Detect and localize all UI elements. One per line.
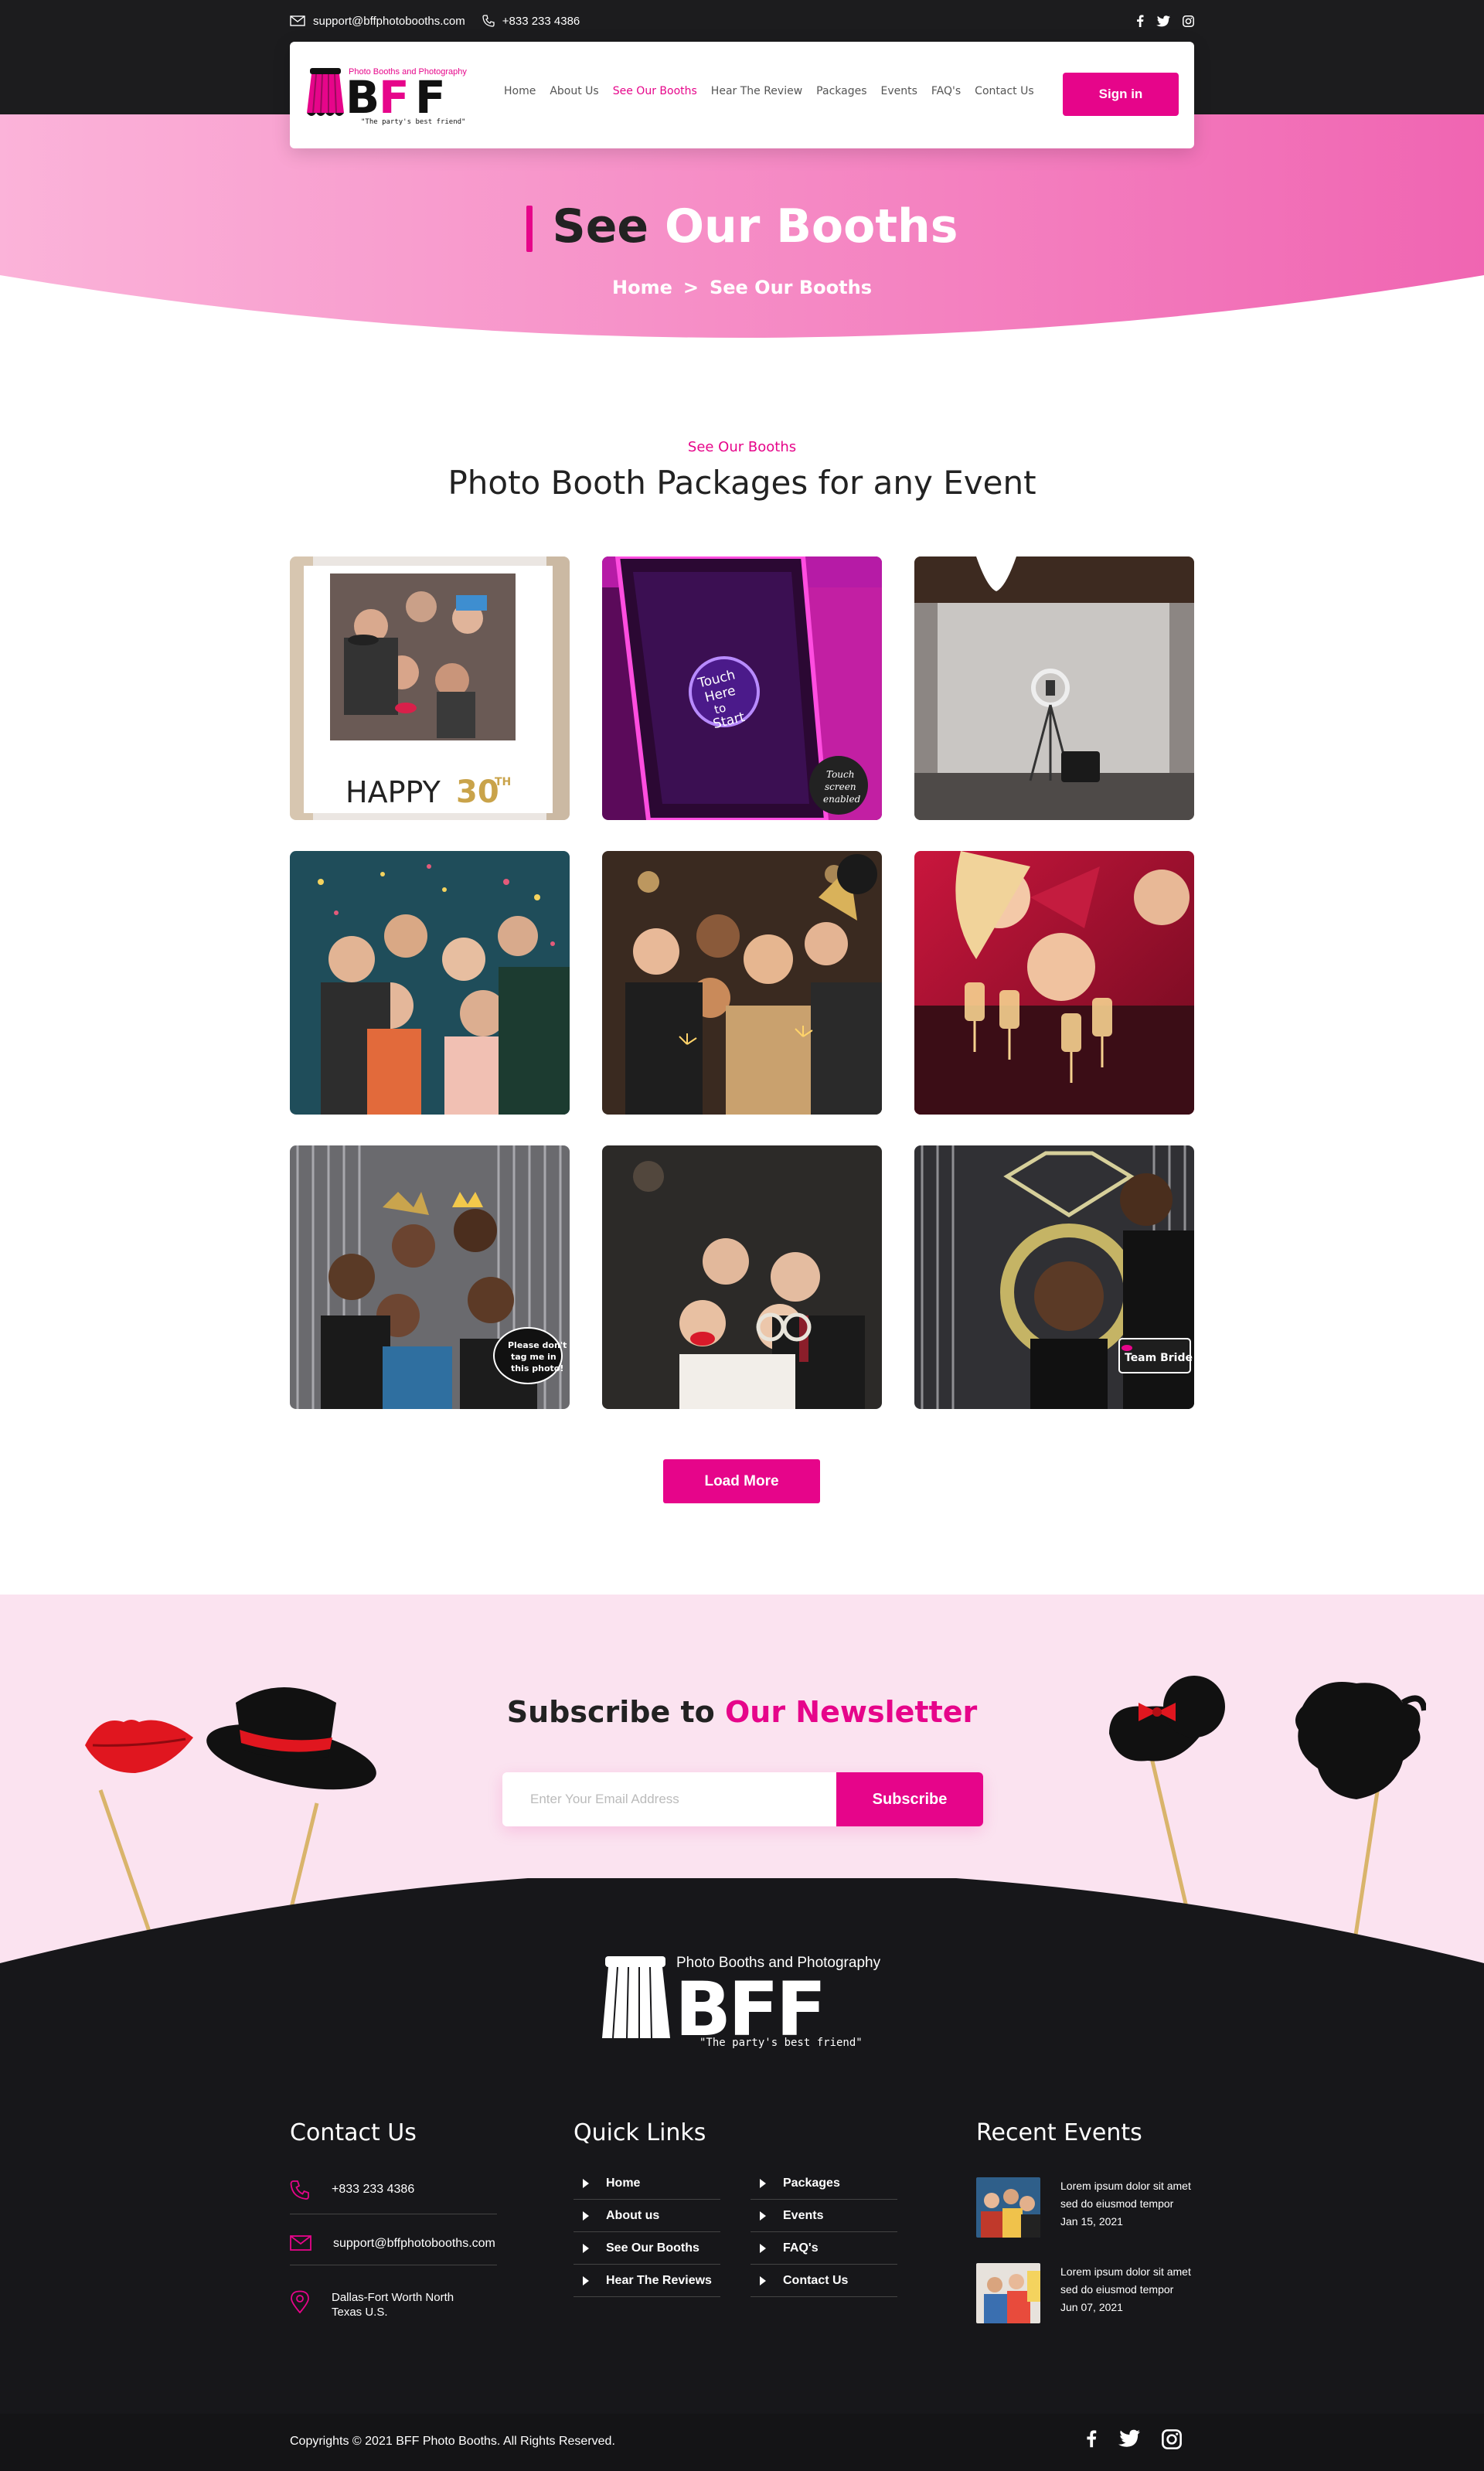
nav-faqs[interactable]: FAQ's [931, 85, 961, 97]
load-more-button[interactable]: Load More [663, 1459, 820, 1503]
section-title: Photo Booth Packages for any Event [448, 464, 1036, 502]
gallery-photo-3[interactable] [914, 556, 1194, 820]
footer-link-faqs[interactable]: FAQ's [751, 2232, 897, 2265]
caret-right-icon [583, 2243, 589, 2253]
title-accent-bar [526, 206, 533, 253]
gallery-photo-7[interactable]: Please don't tag me in this photo! [290, 1145, 570, 1409]
gallery-photo-4[interactable] [290, 851, 570, 1115]
instagram-icon[interactable] [1162, 2429, 1182, 2449]
breadcrumb-home[interactable]: Home [612, 277, 672, 298]
recent-event-item[interactable]: Lorem ipsum dolor sit amet sed do eiusmo… [976, 2263, 1208, 2323]
copyright-bar: Copyrights © 2021 BFF Photo Booths. All … [0, 2414, 1484, 2471]
footer-phone[interactable]: +833 233 4386 [290, 2180, 497, 2214]
svg-text:enabled: enabled [823, 794, 861, 805]
event-thumbnail [976, 2263, 1040, 2323]
footer-link-see-our-booths[interactable]: See Our Booths [574, 2232, 720, 2265]
nav-see-our-booths[interactable]: See Our Booths [613, 85, 697, 97]
gallery-photo-8[interactable] [602, 1145, 882, 1409]
facebook-icon[interactable] [1136, 15, 1144, 27]
svg-text:HAPPY: HAPPY [345, 775, 441, 809]
booth-gallery: HAPPY 30 TH Touch Here to Start Touch sc… [290, 556, 1194, 1409]
gallery-photo-6[interactable] [914, 851, 1194, 1115]
svg-text:30: 30 [456, 774, 499, 810]
topbar-email-text: support@bffphotobooths.com [313, 14, 465, 28]
sign-in-button[interactable]: Sign in [1063, 73, 1179, 116]
breadcrumb: Home > See Our Booths [0, 277, 1484, 298]
quick-links-col-2: Packages Events FAQ's Contact Us [751, 2167, 897, 2297]
phone-icon [290, 2180, 309, 2200]
caret-right-icon [583, 2275, 589, 2286]
copyright-text: Copyrights © 2021 BFF Photo Booths. All … [290, 2435, 615, 2448]
brand-logo[interactable]: Photo Booths and Photography B F F "The … [305, 65, 483, 127]
caret-right-icon [760, 2243, 766, 2253]
breadcrumb-current: See Our Booths [709, 277, 872, 298]
footer-contact-title: Contact Us [290, 2119, 417, 2146]
footer-email[interactable]: support@bffphotobooths.com [290, 2235, 497, 2265]
phone-icon [482, 15, 495, 27]
svg-text:"The party's best friend": "The party's best friend" [361, 118, 465, 126]
svg-text:"The party's best friend": "The party's best friend" [699, 2037, 863, 2048]
caret-right-icon [760, 2211, 766, 2221]
topbar-phone-text: +833 233 4386 [502, 14, 580, 28]
instagram-icon[interactable] [1183, 15, 1194, 27]
footer-link-events[interactable]: Events [751, 2200, 897, 2232]
footer-quick-links-title: Quick Links [574, 2119, 706, 2146]
newsletter-email-input[interactable] [502, 1772, 836, 1826]
page-hero: See Our Booths Home > See Our Booths [0, 114, 1484, 354]
footer-recent-events-title: Recent Events [976, 2119, 1142, 2146]
svg-text:tag me in: tag me in [511, 1352, 556, 1362]
nav-home[interactable]: Home [504, 85, 536, 97]
footer-link-home[interactable]: Home [574, 2167, 720, 2200]
caret-right-icon [760, 2275, 766, 2286]
mail-icon [290, 15, 305, 26]
quick-links-col-1: Home About us See Our Booths Hear The Re… [574, 2167, 720, 2297]
breadcrumb-separator: > [682, 277, 699, 298]
nav-events[interactable]: Events [881, 85, 917, 97]
nav-hear-the-review[interactable]: Hear The Review [711, 85, 802, 97]
svg-text:TH: TH [495, 776, 511, 788]
gallery-photo-2[interactable]: Touch Here to Start Touch screen enabled [602, 556, 882, 820]
caret-right-icon [583, 2211, 589, 2221]
caret-right-icon [583, 2178, 589, 2188]
twitter-icon[interactable] [1118, 2429, 1140, 2448]
svg-text:Please don't: Please don't [508, 1340, 567, 1350]
location-pin-icon [291, 2290, 309, 2313]
subscribe-button[interactable]: Subscribe [836, 1772, 983, 1826]
mail-icon [290, 2235, 311, 2251]
topbar-phone[interactable]: +833 233 4386 [482, 15, 580, 28]
svg-text:F: F [379, 71, 408, 124]
svg-text:F: F [415, 71, 444, 124]
twitter-icon[interactable] [1156, 15, 1170, 27]
svg-text:Team Bride: Team Bride [1125, 1352, 1193, 1364]
topbar-email[interactable]: support@bffphotobooths.com [290, 15, 465, 28]
site-footer: Photo Booths and Photography BFF "The pa… [0, 1878, 1484, 2417]
recent-event-item[interactable]: Lorem ipsum dolor sit amet sed do eiusmo… [976, 2177, 1208, 2238]
svg-text:screen: screen [825, 781, 856, 792]
svg-text:B: B [345, 71, 378, 124]
footer-link-about-us[interactable]: About us [574, 2200, 720, 2232]
svg-text:this photo!: this photo! [511, 1363, 563, 1373]
footer-address: Dallas-Fort Worth North Texas U.S. [290, 2290, 497, 2333]
nav-packages[interactable]: Packages [816, 85, 866, 97]
event-thumbnail [976, 2177, 1040, 2238]
gallery-photo-1[interactable]: HAPPY 30 TH [290, 556, 570, 820]
nav-links: Home About Us See Our Booths Hear The Re… [504, 85, 1034, 97]
footer-link-contact-us[interactable]: Contact Us [751, 2265, 897, 2297]
facebook-icon[interactable] [1086, 2429, 1097, 2448]
nav-contact-us[interactable]: Contact Us [975, 85, 1033, 97]
gallery-photo-5[interactable] [602, 851, 882, 1115]
caret-right-icon [760, 2178, 766, 2188]
gallery-photo-9[interactable]: Team Bride [914, 1145, 1194, 1409]
svg-text:Touch: Touch [826, 769, 854, 780]
newsletter-form: Subscribe [502, 1772, 983, 1826]
nav-about-us[interactable]: About Us [550, 85, 598, 97]
footer-link-packages[interactable]: Packages [751, 2167, 897, 2200]
footer-link-hear-the-reviews[interactable]: Hear The Reviews [574, 2265, 720, 2297]
main-navbar: Photo Booths and Photography B F F "The … [290, 42, 1194, 148]
section-eyebrow: See Our Booths [687, 439, 797, 455]
footer-logo[interactable]: Photo Booths and Photography BFF "The pa… [599, 1952, 885, 2053]
page-title: See Our Booths [0, 199, 1484, 254]
